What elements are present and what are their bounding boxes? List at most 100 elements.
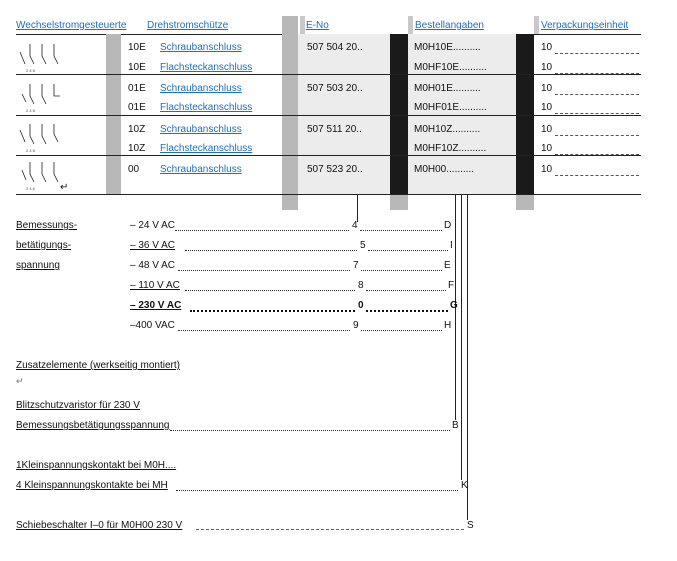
row-pack: 10 <box>541 42 553 53</box>
voltage-label-line: spannung <box>16 260 60 271</box>
row-connection: Schraubanschluss <box>160 124 242 135</box>
aux-contact-1: 1Kleinspannungskontakt bei M0H.... <box>16 460 177 471</box>
row-pack: 10 <box>541 143 553 154</box>
voltage-value: – 24 V AC <box>130 220 176 231</box>
leader-dots <box>361 270 442 271</box>
aux-contact-4: 4 Kleinspannungskontakte bei MH <box>16 480 168 491</box>
voltage-value: – 110 V AC <box>130 280 180 291</box>
leader-dots <box>366 290 446 291</box>
voltage-order-letter: H <box>444 320 452 331</box>
leader-dots <box>175 230 349 231</box>
row-order: M0H10E.......... <box>414 42 481 53</box>
header-marker-order <box>408 16 413 34</box>
header-marker-pack <box>534 16 539 34</box>
row-code: 10Z <box>128 143 146 154</box>
svg-text:2 4 6: 2 4 6 <box>26 68 36 73</box>
voltage-order-letter: G <box>450 300 458 311</box>
row-connection: Schraubanschluss <box>160 83 242 94</box>
grey-divider-3 <box>390 194 408 210</box>
voltage-label-line: betätigungs- <box>16 240 72 251</box>
leader-dots <box>178 270 350 271</box>
row-order: M0H00.......... <box>414 164 475 175</box>
row-eno: 507 523 20.. <box>307 164 363 175</box>
voltage-eno-digit: 7 <box>353 260 359 271</box>
row-pack: 10 <box>541 124 553 135</box>
leader-dots <box>185 250 357 251</box>
row-code: 00 <box>128 164 140 175</box>
contact-symbols-icon: 2 4 6 2 4 6 2 4 6 2 4 6 <box>19 44 60 190</box>
leader-dots <box>185 290 355 291</box>
slide-switch-text: Schiebeschalter I–0 für M0H00 230 V <box>16 520 183 531</box>
switch-code: S <box>467 520 474 531</box>
row-connection: Schraubanschluss <box>160 42 242 53</box>
row-code: 01E <box>128 102 146 113</box>
header-col-contactor: Drehstromschütze <box>147 20 229 31</box>
symbol-cell-mark: ↵ <box>60 182 69 193</box>
pack-leader <box>555 175 639 176</box>
leader-dots <box>178 330 350 331</box>
header-col-eno: E-No <box>306 20 329 31</box>
row-connection: Schraubanschluss <box>160 164 242 175</box>
row-code: 10Z <box>128 124 146 135</box>
row-pack: 10 <box>541 62 553 73</box>
voltage-value: – 48 V AC <box>130 260 176 271</box>
voltage-eno-digit: 8 <box>358 280 364 291</box>
varistor-code: B <box>452 420 459 431</box>
leader-dots <box>170 430 450 431</box>
pack-leader <box>555 94 639 95</box>
row-order: M0HF10Z.......... <box>414 143 487 154</box>
row-eno: 507 503 20.. <box>307 83 363 94</box>
voltage-order-letter: F <box>448 280 455 291</box>
voltage-order-letter: E <box>444 260 451 271</box>
grey-divider-2 <box>282 16 298 210</box>
voltage-eno-digit: 5 <box>360 240 366 251</box>
varistor-text: Blitzschutzvaristor für 230 V <box>16 400 140 411</box>
row-pack: 10 <box>541 102 553 113</box>
voltage-eno-digit: 4 <box>352 220 358 231</box>
order-connector-s <box>467 194 468 520</box>
voltage-value: – 36 V AC <box>130 240 176 251</box>
pack-leader <box>555 53 639 54</box>
dark-divider-2 <box>516 34 534 194</box>
pack-leader <box>555 73 639 74</box>
varistor-text-2: Bemessungsbetätigungsspannung <box>16 420 170 431</box>
row-order: M0HF10E.......... <box>414 62 487 73</box>
voltage-order-letter: D <box>444 220 452 231</box>
row-connection: Flachsteckanschluss <box>160 62 253 73</box>
leader-dots <box>196 529 464 530</box>
leader-dots <box>176 490 458 491</box>
svg-text:2 4 6: 2 4 6 <box>26 148 36 153</box>
row-eno: 507 504 20.. <box>307 42 363 53</box>
row-order: M0H01E.......... <box>414 83 481 94</box>
row-eno: 507 511 20.. <box>307 124 362 135</box>
svg-text:2 4 6: 2 4 6 <box>26 108 36 113</box>
pack-leader <box>555 154 639 155</box>
row-separator <box>16 74 641 75</box>
row-pack: 10 <box>541 164 553 175</box>
row-separator <box>16 115 641 116</box>
row-order: M0HF01E.......... <box>414 102 487 113</box>
row-connection: Flachsteckanschluss <box>160 102 253 113</box>
grey-divider-1 <box>106 34 121 194</box>
row-code: 10E <box>128 42 146 53</box>
table-bottom-rule <box>16 194 641 195</box>
voltage-eno-digit: 9 <box>353 320 359 331</box>
extras-title: Zusatzelemente (werkseitig montiert) <box>16 360 180 371</box>
header-marker-eno <box>300 16 305 34</box>
row-code: 01E <box>128 83 146 94</box>
dark-divider-1 <box>390 34 408 194</box>
row-connection: Flachsteckanschluss <box>160 143 253 154</box>
voltage-order-letter: I <box>450 240 453 251</box>
order-connector-k <box>461 194 462 480</box>
grey-divider-4 <box>516 194 534 210</box>
leader-dots <box>366 310 448 312</box>
eno-connector <box>357 194 358 222</box>
row-order: M0H10Z.......... <box>414 124 481 135</box>
voltage-label-line: Bemessungs- <box>16 220 78 231</box>
pack-leader <box>555 113 639 114</box>
leader-dots <box>361 330 442 331</box>
voltage-value: –400 VAC <box>130 320 175 331</box>
row-code: 10E <box>128 62 146 73</box>
row-pack: 10 <box>541 83 553 94</box>
leader-dots <box>360 230 442 231</box>
